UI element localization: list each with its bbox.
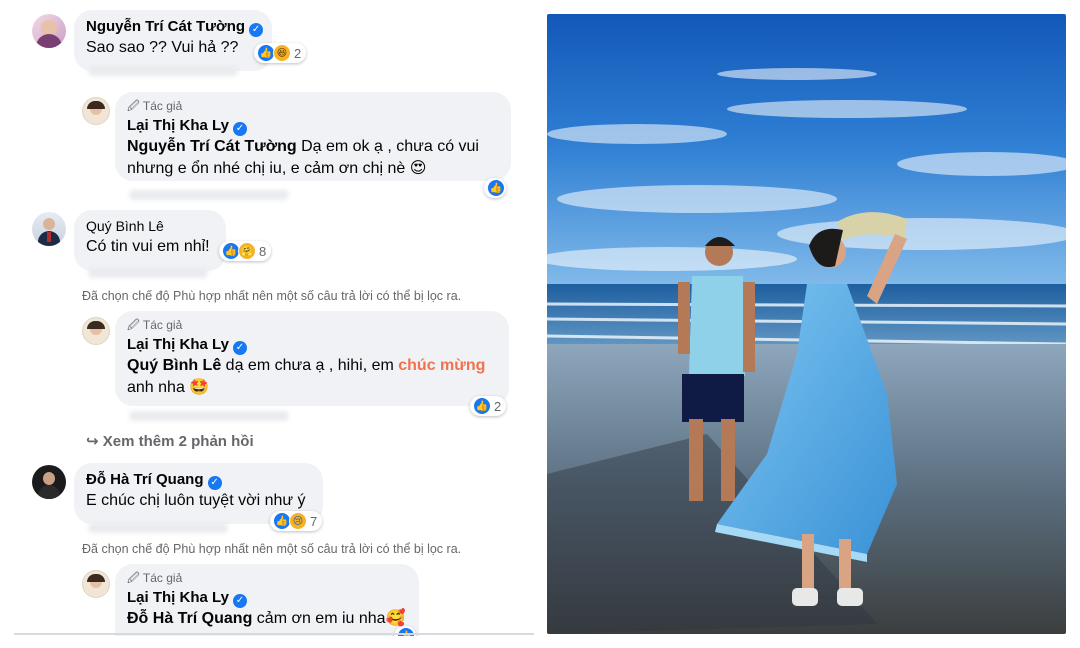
reaction-summary[interactable]: 👍 🤗 8: [219, 241, 272, 261]
reaction-count: 2: [294, 45, 302, 61]
avatar[interactable]: [32, 14, 66, 48]
verified-icon: ✓: [232, 122, 247, 136]
verified-icon: ✓: [207, 476, 222, 490]
beach-photo: [547, 14, 1066, 634]
reply-bubble: 🖉 Tác giả Lại Thị Kha Ly ✓ Quý Bình Lê dạ…: [115, 311, 509, 406]
reaction-summary[interactable]: 👍 😢 7: [270, 511, 323, 531]
reply-text: Đỗ Hà Trí Quang cảm ơn em iu nha🥰: [127, 610, 406, 627]
reply-text: nhưng e ổn nhé chị iu, e cảm ơn chị nè 😍: [127, 160, 427, 177]
comment-meta: [88, 66, 238, 76]
reaction-summary[interactable]: 👍 2: [470, 396, 507, 416]
reply-text: anh nha 🤩: [127, 379, 210, 396]
comment-text: Có tin vui em nhỉ!: [86, 238, 210, 255]
like-icon: 👍: [487, 179, 505, 197]
mention-link[interactable]: Nguyễn Trí Cát Tường: [127, 138, 297, 155]
avatar[interactable]: [82, 317, 110, 345]
haha-icon: 😆: [273, 44, 291, 62]
filter-note: Đã chọn chế độ Phù hợp nhất nên một số c…: [82, 289, 462, 303]
comment-text: Sao sao ?? Vui hả ??: [86, 39, 239, 56]
verified-icon: ✓: [249, 23, 264, 37]
avatar[interactable]: [82, 570, 110, 598]
comment-author[interactable]: Đỗ Hà Trí Quang ✓: [86, 470, 311, 490]
filter-note: Đã chọn chế độ Phù hợp nhất nên một số c…: [82, 542, 462, 556]
reaction-summary[interactable]: 👍 😆 2: [254, 43, 307, 63]
comment-bubble: Quý Bình Lê Có tin vui em nhỉ!: [74, 210, 226, 271]
comment-meta: [88, 523, 228, 533]
comment-bubble: Nguyễn Trí Cát Tường ✓ Sao sao ?? Vui hả …: [74, 10, 272, 71]
reaction-count: 2: [494, 398, 502, 414]
more-replies-link[interactable]: ↪ Xem thêm 2 phản hồi: [86, 432, 254, 450]
reaction-count: 7: [310, 513, 318, 529]
avatar[interactable]: [32, 465, 66, 499]
divider: [14, 633, 534, 635]
reply-bubble: 🖉 Tác giả Lại Thị Kha Ly ✓ Nguyễn Trí Cát…: [115, 92, 511, 181]
photo-illustration: [547, 14, 1066, 634]
avatar[interactable]: [32, 212, 66, 246]
sad-icon: 😢: [289, 512, 307, 530]
like-icon: 👍: [473, 397, 491, 415]
reply-author[interactable]: Lại Thị Kha Ly ✓: [127, 116, 499, 136]
reply-text: Quý Bình Lê dạ em chưa ạ , hihi, em chúc…: [127, 357, 486, 374]
reply-text: Nguyễn Trí Cát Tường Dạ em ok ạ , chưa c…: [127, 138, 479, 155]
reaction-count: 8: [259, 243, 267, 259]
reply-author[interactable]: Lại Thị Kha Ly ✓: [127, 588, 407, 608]
verified-icon: ✓: [232, 341, 247, 355]
author-badge: 🖉 Tác giả: [127, 571, 183, 585]
verified-icon: ✓: [232, 594, 247, 608]
comment-author[interactable]: Quý Bình Lê: [86, 217, 214, 236]
care-icon: 🤗: [238, 242, 256, 260]
mention-link[interactable]: Đỗ Hà Trí Quang: [127, 610, 252, 627]
comment-author[interactable]: Nguyễn Trí Cát Tường ✓: [86, 17, 264, 37]
mention-link[interactable]: Quý Bình Lê: [127, 357, 221, 374]
comment-meta: [88, 268, 208, 278]
comment-thread: Nguyễn Trí Cát Tường ✓ Sao sao ?? Vui hả …: [14, 0, 534, 636]
author-badge: 🖉 Tác giả: [127, 99, 183, 113]
reply-author[interactable]: Lại Thị Kha Ly ✓: [127, 335, 497, 355]
comment-text: E chúc chị luôn tuyệt vời như ý: [86, 492, 306, 509]
reply-arrow-icon: ↪: [86, 433, 99, 450]
reply-bubble: 🖉 Tác giả Lại Thị Kha Ly ✓ Đỗ Hà Trí Quan…: [115, 564, 419, 636]
reply-meta: [129, 411, 289, 421]
highlight-text: chúc mừng: [398, 357, 486, 374]
avatar[interactable]: [82, 97, 110, 125]
reply-meta: [129, 190, 289, 200]
reaction-summary[interactable]: 👍: [484, 178, 506, 198]
author-badge: 🖉 Tác giả: [127, 318, 183, 332]
